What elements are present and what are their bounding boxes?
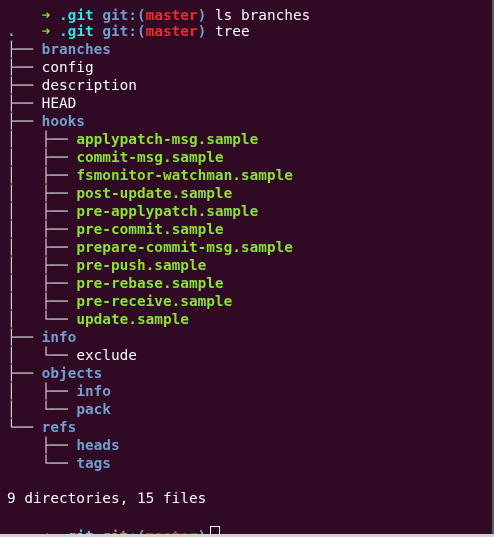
tree-entry: │ ├── applypatch-msg.sample [7, 131, 258, 149]
tree-branch-glyph: ├── [7, 438, 77, 454]
tree-branch-glyph: ├── [7, 96, 42, 112]
tree-branch-glyph: │ ├── [7, 186, 77, 202]
file-name: pre-commit.sample [76, 222, 224, 238]
tree-branch-glyph: │ ├── [7, 276, 77, 292]
directory-name: refs [41, 420, 77, 436]
file-name: exclude [76, 348, 137, 364]
git-label: git:( [102, 24, 146, 40]
tree-branch-glyph: └── [7, 456, 77, 472]
file-name: post-update.sample [76, 186, 233, 202]
file-name: commit-msg.sample [76, 150, 224, 166]
tree-entry: ├── info [7, 329, 76, 347]
tree-branch-glyph: │ └── [7, 348, 77, 364]
tree-summary: 9 directories, 15 files [7, 491, 207, 507]
tree-entry: │ ├── info [7, 383, 111, 401]
tree-entry: ├── objects [7, 365, 102, 383]
directory-name: objects [41, 366, 103, 382]
tree-branch-glyph: ├── [7, 42, 42, 58]
directory-name: branches [41, 42, 111, 58]
tree-branch-glyph: │ ├── [7, 132, 77, 148]
tree-branch-glyph: ├── [7, 330, 42, 346]
tree-branch-glyph: │ ├── [7, 258, 77, 274]
prompt-directory: .git [59, 24, 94, 40]
tree-entry: │ └── update.sample [7, 311, 189, 329]
command-text: tree [214, 24, 250, 40]
git-label-close: ) [197, 24, 207, 40]
terminal-window[interactable]: ➜ .git git:(master) ls branches ➜ .git g… [0, 0, 494, 537]
tree-branch-glyph: ├── [7, 78, 42, 94]
tree-branch-glyph: │ ├── [7, 204, 77, 220]
tree-entry: └── refs [7, 419, 76, 437]
file-name: HEAD [41, 96, 77, 112]
tree-branch-glyph: ├── [7, 114, 42, 130]
tree-branch-glyph: ├── [7, 366, 42, 382]
tree-entry: │ ├── pre-push.sample [7, 257, 206, 275]
directory-name: pack [76, 402, 111, 418]
git-branch: master [145, 24, 198, 40]
directory-name: hooks [41, 114, 85, 130]
tree-entry: ├── description [7, 77, 137, 95]
tree-branch-glyph: │ └── [7, 402, 77, 418]
file-name: fsmonitor-watchman.sample [76, 168, 293, 184]
directory-name: tags [76, 456, 111, 472]
tree-entry: │ ├── pre-rebase.sample [7, 275, 224, 293]
file-name: pre-rebase.sample [76, 276, 224, 292]
tree-entry: │ ├── pre-receive.sample [7, 293, 232, 311]
file-name: applypatch-msg.sample [76, 132, 259, 148]
tree-entry: │ ├── pre-applypatch.sample [7, 203, 258, 221]
tree-branch-glyph: │ ├── [7, 168, 77, 184]
tree-entry: │ └── exclude [7, 347, 137, 365]
file-name: config [41, 60, 94, 76]
directory-name: info [76, 384, 111, 400]
tree-entry: │ └── pack [7, 401, 111, 419]
tree-entry: ├── config [7, 59, 94, 77]
directory-name: heads [76, 438, 120, 454]
file-name: pre-receive.sample [76, 294, 233, 310]
tree-entry: ├── hooks [7, 113, 85, 131]
file-name: update.sample [76, 312, 189, 328]
tree-branch-glyph: │ ├── [7, 222, 77, 238]
tree-branch-glyph: └── [7, 420, 42, 436]
file-name: pre-push.sample [76, 258, 207, 274]
tree-branch-glyph: │ ├── [7, 384, 77, 400]
tree-entry: │ ├── commit-msg.sample [7, 149, 224, 167]
tree-entry: ├── branches [7, 41, 111, 59]
directory-name: info [41, 330, 77, 346]
tree-entry: │ ├── fsmonitor-watchman.sample [7, 167, 293, 185]
tree-entry: │ ├── prepare-commit-msg.sample [7, 239, 293, 257]
file-name: prepare-commit-msg.sample [76, 240, 293, 256]
file-name: pre-applypatch.sample [76, 204, 259, 220]
file-name: description [41, 78, 137, 94]
tree-branch-glyph: │ ├── [7, 150, 77, 166]
tree-branch-glyph: │ ├── [7, 294, 77, 310]
command-prompt-line: ➜ .git git:(master) tree [7, 5, 250, 40]
tree-root: . [7, 24, 16, 40]
tree-branch-glyph: │ └── [7, 312, 77, 328]
tree-entry: ├── heads [7, 437, 120, 455]
tree-branch-glyph: │ ├── [7, 240, 77, 256]
tree-entry: ├── HEAD [7, 95, 76, 113]
tree-entry: │ ├── pre-commit.sample [7, 221, 224, 239]
active-prompt-line[interactable]: ➜ .git git:(master) [7, 508, 221, 537]
tree-entry: │ ├── post-update.sample [7, 185, 232, 203]
tree-entry: └── tags [7, 455, 111, 473]
tree-branch-glyph: ├── [7, 60, 42, 76]
